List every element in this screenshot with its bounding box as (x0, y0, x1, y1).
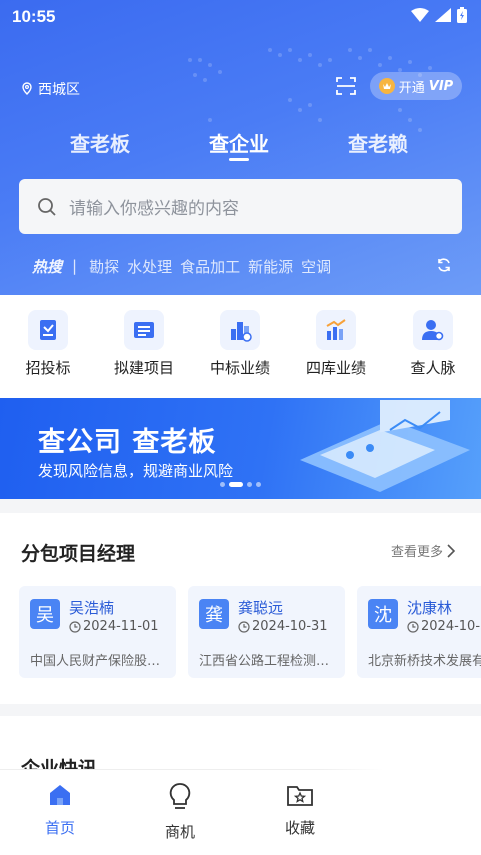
manager-cards: 吴 吴浩楠 2024-11-01 中国人民财产保险股份有限公司 龚 龚聪远 20… (19, 586, 481, 678)
quick-action-bidding[interactable]: 招投标 (8, 310, 88, 378)
folder-star-icon (287, 786, 313, 806)
open-vip-button[interactable]: 开通 VIP (370, 72, 462, 100)
hot-search-title: 热搜 (32, 257, 63, 276)
growth-chart-icon (316, 310, 356, 350)
quick-action-proposed-projects[interactable]: 拟建项目 (104, 310, 184, 378)
overlay-fade (318, 769, 481, 855)
battery-icon (457, 7, 467, 23)
pagination-dot[interactable] (220, 482, 225, 487)
clock-icon (69, 620, 81, 633)
hot-keyword[interactable]: 空调 (301, 256, 331, 277)
hot-keyword[interactable]: 勘探 (89, 256, 119, 277)
tab-boss[interactable]: 查老板 (70, 128, 130, 157)
quick-actions: 招投标 拟建项目 中标业绩 四库业绩 查人脉 (0, 295, 481, 398)
building-chart-icon (220, 310, 260, 350)
quick-action-label: 拟建项目 (113, 359, 174, 377)
location-selector[interactable]: 西城区 (20, 79, 80, 99)
view-more-label: 查看更多 (391, 545, 444, 560)
manager-date: 2024-11-01 (69, 619, 159, 634)
world-map-decoration (188, 48, 432, 152)
manager-name: 吴浩楠 (69, 599, 115, 617)
manager-card[interactable]: 吴 吴浩楠 2024-11-01 中国人民财产保险股份有限公司 (19, 586, 176, 678)
tab-company[interactable]: 查企业 (209, 128, 269, 161)
quick-action-connections[interactable]: 查人脉 (393, 310, 473, 378)
hot-search-divider: | (72, 257, 78, 275)
location-pin-icon (22, 82, 32, 95)
view-more-link[interactable]: 查看更多 (391, 541, 456, 560)
refresh-icon[interactable] (436, 257, 452, 273)
bid-document-icon (28, 310, 68, 350)
vip-prefix: 开通 (398, 80, 425, 96)
banner-subtitle: 发现风险信息，规避商业风险 (38, 462, 234, 480)
lightbulb-icon (169, 783, 191, 809)
status-icons (411, 7, 467, 23)
nav-home[interactable]: 首页 (20, 782, 100, 838)
hot-search-bar: 热搜 | 勘探 水处理 食品加工 新能源 空调 (32, 255, 462, 277)
nav-opportunities[interactable]: 商机 (140, 782, 220, 842)
manager-name: 沈康林 (407, 599, 453, 617)
date-value: 2024-10-31 (421, 619, 481, 634)
search-placeholder: 请输入你感兴趣的内容 (69, 199, 239, 219)
nav-label: 首页 (44, 819, 75, 837)
project-list-icon (124, 310, 164, 350)
search-type-tabs: 查老板 查企业 查老赖 (0, 128, 481, 161)
home-icon (50, 785, 70, 805)
manager-company: 中国人民财产保险股份有限公司 (30, 654, 170, 669)
manager-name: 龚聪远 (238, 599, 284, 617)
hot-keyword[interactable]: 水处理 (127, 256, 172, 277)
manager-card[interactable]: 龚 龚聪远 2024-10-31 江西省公路工程检测中心 (188, 586, 345, 678)
quick-action-four-library[interactable]: 四库业绩 (296, 310, 376, 378)
avatar: 龚 (199, 599, 229, 629)
scan-icon[interactable] (334, 74, 358, 98)
quick-action-label: 查人脉 (410, 359, 456, 377)
banner-title: 查公司 查老板 (38, 427, 217, 458)
person-search-icon (413, 310, 453, 350)
section-title: 分包项目经理 (21, 543, 136, 565)
nav-label: 商机 (164, 823, 195, 841)
manager-company: 江西省公路工程检测中心 (199, 654, 339, 669)
signal-icon (435, 8, 451, 22)
quick-action-winning-records[interactable]: 中标业绩 (200, 310, 280, 378)
manager-date: 2024-10-31 (407, 619, 481, 634)
search-icon (38, 197, 56, 216)
company-news-section: 企业快讯 (0, 716, 481, 776)
avatar: 沈 (368, 599, 398, 629)
status-time: 10:55 (12, 7, 56, 26)
status-bar: 10:55 (0, 0, 481, 34)
quick-action-label: 四库业绩 (305, 359, 366, 377)
hot-keyword[interactable]: 新能源 (248, 256, 293, 277)
search-input[interactable]: 请输入你感兴趣的内容 (19, 179, 462, 234)
promo-banner[interactable]: 查公司 查老板 发现风险信息，规避商业风险 (0, 398, 481, 499)
location-label: 西城区 (38, 82, 80, 98)
pagination-dot[interactable] (247, 482, 252, 487)
pagination-dot-active[interactable] (229, 482, 243, 487)
vip-crown-icon (378, 78, 395, 94)
banner-illustration (300, 400, 470, 492)
manager-company: 北京新桥技术发展有限公司 (368, 654, 481, 669)
hot-keyword[interactable]: 食品加工 (180, 256, 240, 277)
chevron-right-icon (447, 543, 456, 558)
quick-action-label: 中标业绩 (209, 359, 270, 377)
pagination-dot[interactable] (256, 482, 261, 487)
clock-icon (238, 620, 250, 633)
date-value: 2024-10-31 (252, 619, 328, 634)
vip-badge-text: VIP (428, 78, 454, 94)
manager-date: 2024-10-31 (238, 619, 328, 634)
clock-icon (407, 620, 419, 633)
banner-pagination (220, 482, 261, 487)
avatar: 吴 (30, 599, 60, 629)
quick-action-label: 招投标 (25, 359, 71, 377)
manager-card[interactable]: 沈 沈康林 2024-10-31 北京新桥技术发展有限公司 (357, 586, 481, 678)
project-managers-section: 分包项目经理 查看更多 吴 吴浩楠 2024-11-01 中国人民财产保险股份有… (0, 513, 481, 704)
tab-defaulter[interactable]: 查老赖 (348, 128, 408, 157)
date-value: 2024-11-01 (83, 619, 159, 634)
wifi-icon (411, 8, 429, 22)
